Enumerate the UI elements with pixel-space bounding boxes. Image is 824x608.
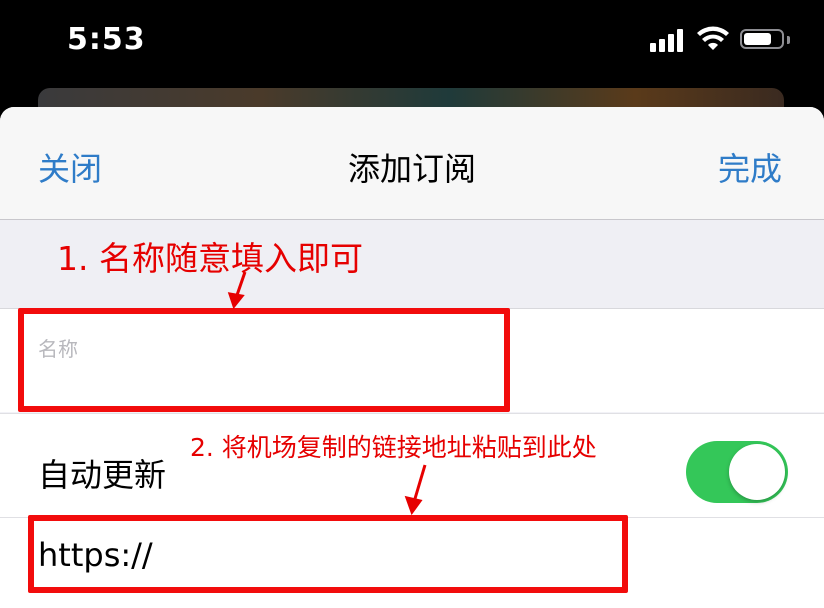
status-time: 5:53 [67,22,146,57]
battery-tip [787,36,790,44]
wifi-icon [697,26,729,50]
done-button[interactable]: 完成 [718,144,782,190]
annotation-note-1: 1. 名称随意填入即可 [57,239,363,278]
annotation-box-url [28,515,628,593]
toggle-knob [729,444,785,500]
page-title: 添加订阅 [347,150,476,188]
battery-icon [740,29,784,49]
annotation-box-name [18,308,510,412]
nav-bar: 关闭 添加订阅 完成 [0,107,824,220]
auto-update-toggle[interactable] [686,441,788,503]
annotation-note-2: 2. 将机场复制的链接地址粘贴到此处 [190,433,597,462]
auto-update-label: 自动更新 [38,456,167,494]
